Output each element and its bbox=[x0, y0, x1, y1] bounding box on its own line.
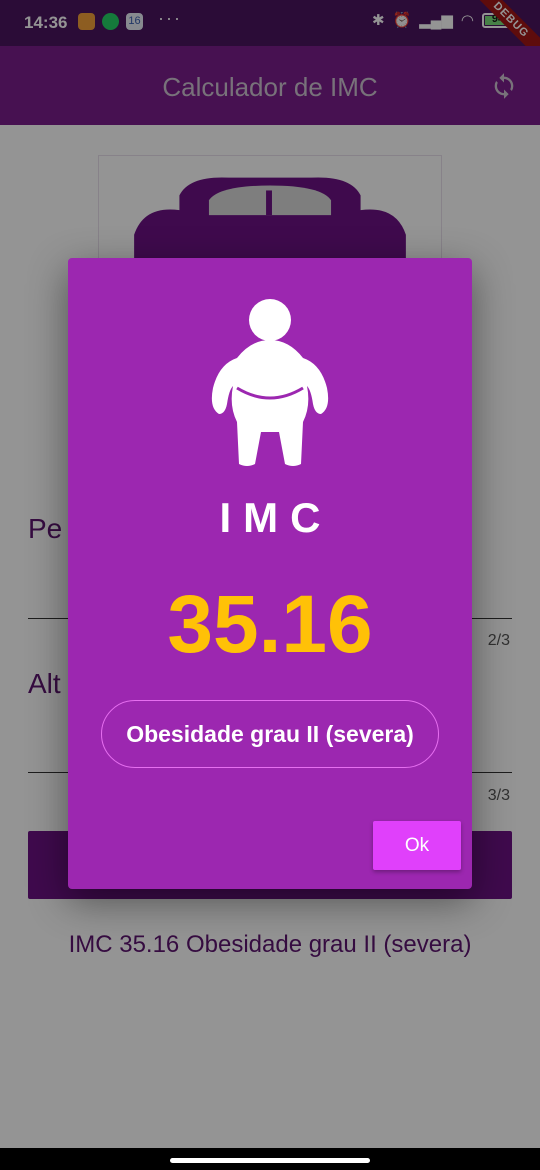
dialog-title: IMC bbox=[219, 494, 333, 541]
home-handle[interactable] bbox=[170, 1158, 370, 1163]
ok-button[interactable]: Ok bbox=[373, 821, 461, 870]
category-chip: Obesidade grau II (severa) bbox=[101, 700, 439, 768]
navigation-bar bbox=[0, 1148, 540, 1170]
result-dialog: IMC 35.16 Obesidade grau II (severa) Ok bbox=[68, 258, 472, 889]
obese-person-icon bbox=[211, 299, 329, 466]
imc-value: 35.16 bbox=[167, 579, 373, 670]
